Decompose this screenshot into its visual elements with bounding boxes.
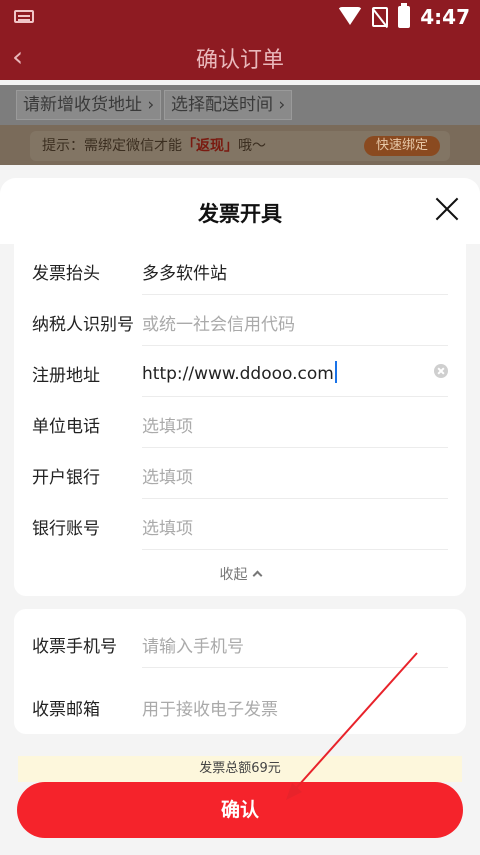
sheet-header: 发票开具 <box>0 178 480 244</box>
clear-icon[interactable] <box>434 364 448 378</box>
wechat-tip: 提示：需绑定微信才能「返现」哦～ 快速绑定 <box>30 131 450 161</box>
field-label: 收票邮箱 <box>32 700 100 720</box>
company-phone-input[interactable]: 选填项 <box>142 412 193 437</box>
field-label: 发票抬头 <box>32 264 100 284</box>
no-sim-icon <box>372 7 389 27</box>
field-label: 收票手机号 <box>32 637 117 657</box>
collapse-label: 收起 <box>219 567 248 583</box>
field-registered-address[interactable]: 注册地址 http://www.ddooo.com <box>14 346 466 397</box>
text-cursor <box>334 361 337 383</box>
field-receiver-phone[interactable]: 收票手机号 请输入手机号 <box>14 617 466 668</box>
invoice-title-input[interactable]: 多多软件站 <box>142 259 227 284</box>
bank-input[interactable]: 选填项 <box>142 463 193 488</box>
field-bank[interactable]: 开户银行 选填项 <box>14 448 466 499</box>
field-label: 单位电话 <box>32 417 100 437</box>
field-receiver-email[interactable]: 收票邮箱 用于接收电子发票 <box>14 680 466 731</box>
field-tax-id[interactable]: 纳税人识别号 或统一社会信用代码 <box>14 295 466 346</box>
tip-highlight: 「返现」 <box>182 138 238 154</box>
divider <box>142 549 448 550</box>
receiver-email-input[interactable]: 用于接收电子发票 <box>142 695 278 720</box>
quick-bind-button[interactable]: 快速绑定 <box>363 136 440 156</box>
invoice-total: 发票总额69元 <box>18 756 462 782</box>
keyboard-icon <box>14 10 34 23</box>
order-options-bar: 请新增收货地址 › 选择配送时间 › <box>0 85 480 125</box>
tip-prefix: 提示：需绑定微信才能 <box>42 138 182 154</box>
registered-address-input[interactable]: http://www.ddooo.com <box>142 361 337 384</box>
page-title: 确认订单 <box>195 48 284 73</box>
contact-card: 收票手机号 请输入手机号 收票邮箱 用于接收电子发票 <box>14 609 466 734</box>
field-invoice-title[interactable]: 发票抬头 多多软件站 <box>14 244 466 295</box>
chevron-up-icon <box>252 570 262 581</box>
invoice-info-card: 发票抬头 多多软件站 纳税人识别号 或统一社会信用代码 注册地址 http://… <box>14 244 466 596</box>
field-label: 注册地址 <box>32 366 100 386</box>
receiver-phone-input[interactable]: 请输入手机号 <box>142 632 244 657</box>
delivery-time-chip[interactable]: 选择配送时间 › <box>164 90 293 120</box>
bank-account-input[interactable]: 选填项 <box>142 514 193 539</box>
tip-suffix: 哦～ <box>238 138 266 154</box>
confirm-button[interactable]: 确认 <box>17 782 463 838</box>
field-label: 纳税人识别号 <box>32 315 134 335</box>
tip-bar: 提示：需绑定微信才能「返现」哦～ 快速绑定 <box>0 125 480 165</box>
field-bank-account[interactable]: 银行账号 选填项 <box>14 499 466 550</box>
tax-id-input[interactable]: 或统一社会信用代码 <box>142 310 295 335</box>
divider <box>142 667 448 668</box>
battery-icon <box>398 3 411 28</box>
invoice-sheet: 发票开具 发票抬头 多多软件站 纳税人识别号 或统一社会信用代码 注册地址 ht… <box>0 178 480 855</box>
add-address-chip[interactable]: 请新增收货地址 › <box>16 90 162 120</box>
clock: 4:47 <box>420 5 470 29</box>
status-bar: 4:47 <box>0 0 480 32</box>
field-company-phone[interactable]: 单位电话 选填项 <box>14 397 466 448</box>
wifi-icon <box>338 7 363 27</box>
field-label: 银行账号 <box>32 519 100 539</box>
app-bar: ‹ 确认订单 <box>0 32 480 80</box>
collapse-button[interactable]: 收起 <box>14 564 466 584</box>
sheet-title: 发票开具 <box>198 202 282 226</box>
field-label: 开户银行 <box>32 468 100 488</box>
address-value: http://www.ddooo.com <box>142 364 334 384</box>
close-icon[interactable] <box>434 196 460 222</box>
status-icons: 4:47 <box>338 3 470 29</box>
